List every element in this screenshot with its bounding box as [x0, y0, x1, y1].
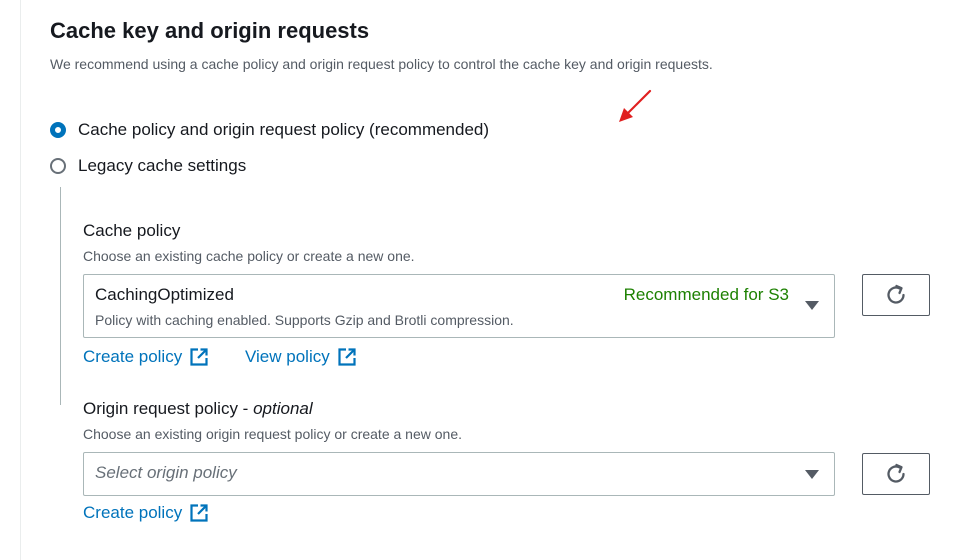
external-link-icon	[190, 504, 208, 522]
create-cache-policy-link-label: Create policy	[83, 347, 183, 366]
cache-policy-description: Choose an existing cache policy or creat…	[83, 248, 415, 264]
cache-policy-select[interactable]: CachingOptimized Recommended for S3 Poli…	[83, 274, 835, 338]
red-arrow-annotation-icon	[619, 89, 652, 122]
content-left-border	[20, 0, 21, 560]
caret-down-icon	[805, 470, 819, 479]
external-link-icon	[190, 348, 208, 366]
create-origin-policy-link[interactable]: Create policy	[83, 503, 209, 523]
create-cache-policy-link[interactable]: Create policy	[83, 347, 209, 367]
radio-button-checked[interactable]	[50, 122, 66, 138]
origin-policy-placeholder: Select origin policy	[95, 463, 237, 482]
section-title: Cache key and origin requests	[50, 18, 370, 43]
view-cache-policy-link-label: View policy	[245, 347, 330, 366]
origin-request-policy-description: Choose an existing origin request policy…	[83, 426, 462, 442]
refresh-icon	[887, 284, 905, 304]
cache-policy-selected-value: CachingOptimized	[95, 285, 234, 304]
nested-options-indent-line	[60, 187, 61, 405]
view-cache-policy-link[interactable]: View policy	[245, 347, 357, 367]
external-link-icon	[338, 348, 356, 366]
radio-label-recommended: Cache policy and origin request policy (…	[78, 120, 490, 139]
radio-option-recommended[interactable]: Cache policy and origin request policy (…	[50, 119, 489, 141]
refresh-icon	[887, 463, 905, 483]
optional-marker: optional	[253, 399, 313, 418]
cache-policy-refresh-button[interactable]	[862, 274, 930, 316]
origin-request-policy-label: Origin request policy - optional	[83, 399, 313, 419]
create-origin-policy-link-label: Create policy	[83, 503, 183, 522]
cache-key-panel: Cache key and origin requests We recomme…	[50, 0, 950, 560]
cache-policy-label: Cache policy	[83, 221, 181, 240]
radio-button-unchecked[interactable]	[50, 158, 66, 174]
radio-label-legacy: Legacy cache settings	[78, 156, 247, 175]
cache-policy-selected-description: Policy with caching enabled. Supports Gz…	[95, 312, 514, 328]
recommended-tag: Recommended for S3	[623, 285, 789, 304]
caret-down-icon	[805, 301, 819, 310]
origin-request-policy-label-text: Origin request policy -	[83, 399, 254, 418]
radio-option-legacy[interactable]: Legacy cache settings	[50, 155, 246, 177]
section-description: We recommend using a cache policy and or…	[50, 56, 713, 72]
origin-policy-refresh-button[interactable]	[862, 453, 930, 495]
origin-request-policy-select[interactable]: Select origin policy	[83, 452, 835, 496]
